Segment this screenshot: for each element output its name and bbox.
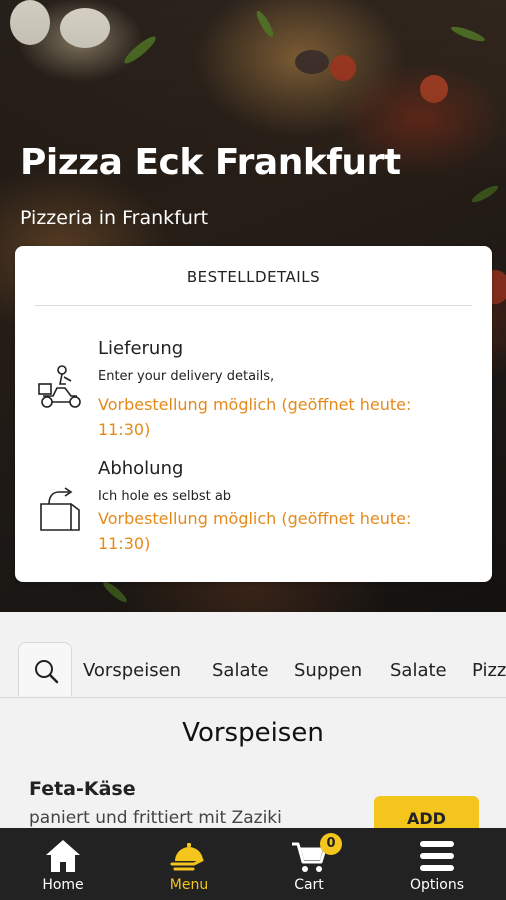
pickup-description: Ich hole es selbst ab xyxy=(98,489,232,504)
cart-count-badge: 0 xyxy=(320,833,342,855)
takeaway-bag-icon xyxy=(40,487,80,531)
section-title: Vorspeisen xyxy=(182,718,324,748)
page-subtitle: Pizzeria in Frankfurt xyxy=(20,207,209,229)
category-tab-salate-2[interactable]: Salate xyxy=(390,660,447,681)
delivery-description: Enter your delivery details, xyxy=(98,369,275,384)
tab-home-label: Home xyxy=(42,877,84,893)
tab-options-label: Options xyxy=(409,877,465,893)
category-tab-suppen[interactable]: Suppen xyxy=(294,660,362,681)
tab-options[interactable]: Options xyxy=(374,828,500,900)
delivery-title: Lieferung xyxy=(98,338,184,359)
category-bar: Vorspeisen Salate Suppen Salate Pizz xyxy=(0,612,506,698)
card-heading: BESTELLDETAILS xyxy=(35,268,472,306)
menu-item-name: Feta-Käse xyxy=(29,778,136,800)
category-tab-salate[interactable]: Salate xyxy=(212,660,269,681)
search-icon xyxy=(35,660,59,684)
order-details-card: BESTELLDETAILS Lieferung Enter your deli… xyxy=(15,246,492,582)
tab-menu-label: Menu xyxy=(169,877,209,893)
tab-cart-label: Cart xyxy=(294,877,324,893)
pickup-note: Vorbestellung möglich (geöffnet heute: 1… xyxy=(98,509,412,553)
category-tab-pizza[interactable]: Pizz xyxy=(472,660,506,681)
tab-home[interactable]: Home xyxy=(0,828,126,900)
delivery-note: Vorbestellung möglich (geöffnet heute: 1… xyxy=(98,395,412,439)
tab-menu[interactable]: Menu xyxy=(126,828,252,900)
delivery-option[interactable]: Lieferung Enter your delivery details, V… xyxy=(35,338,472,439)
page-title: Pizza Eck Frankfurt xyxy=(20,142,401,183)
menu-item-description: paniert und frittiert mit Zaziki xyxy=(29,808,282,828)
bottom-tab-bar: Home Menu 0 Cart Options xyxy=(0,828,506,900)
category-tab-vorspeisen[interactable]: Vorspeisen xyxy=(83,660,181,681)
pickup-title: Abholung xyxy=(98,458,184,479)
menu-cloche-icon xyxy=(170,843,204,871)
tab-cart[interactable]: 0 Cart xyxy=(246,828,372,900)
home-icon xyxy=(46,840,80,872)
pickup-option[interactable]: Abholung Ich hole es selbst ab Vorbestel… xyxy=(35,458,472,558)
hamburger-icon xyxy=(420,841,454,871)
delivery-scooter-icon xyxy=(38,365,81,408)
category-search-button[interactable] xyxy=(18,642,72,696)
